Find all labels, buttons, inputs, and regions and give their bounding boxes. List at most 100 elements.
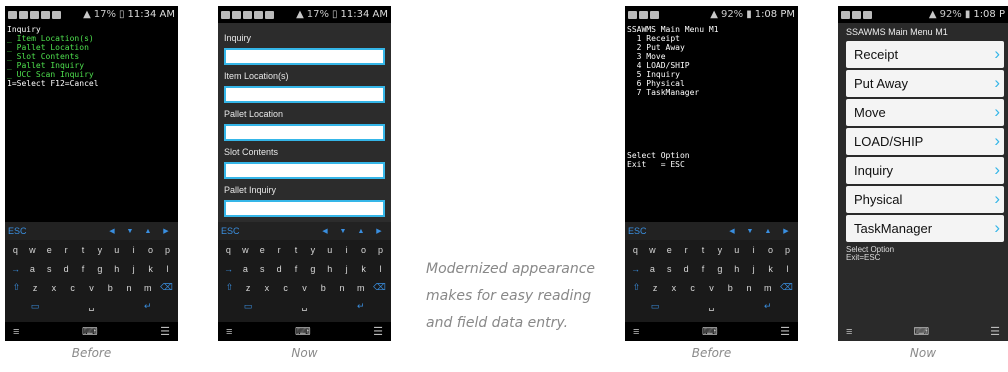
menu-item-button[interactable]: LOAD/SHIP › xyxy=(846,128,1004,155)
terminal-line[interactable]: _ Item Location(s) xyxy=(7,34,176,43)
space-key[interactable]: ␣ xyxy=(297,301,311,312)
key[interactable]: a xyxy=(25,264,39,274)
key[interactable]: d xyxy=(59,264,73,274)
key[interactable]: r xyxy=(272,245,286,255)
keyboard-icon[interactable]: ⌨ xyxy=(913,325,929,338)
key[interactable]: g xyxy=(93,264,107,274)
key[interactable]: r xyxy=(679,245,693,255)
key[interactable]: d xyxy=(272,264,286,274)
key[interactable]: z xyxy=(648,283,662,293)
arrow-down-key[interactable]: ▼ xyxy=(121,228,139,235)
key[interactable]: s xyxy=(255,264,269,274)
key[interactable]: z xyxy=(28,283,42,293)
menu-item-button[interactable]: Receipt › xyxy=(846,41,1004,68)
key[interactable]: ⇧ xyxy=(222,282,236,293)
key[interactable]: v xyxy=(84,283,98,293)
menu-icon[interactable]: ≡ xyxy=(13,326,19,338)
text-input[interactable] xyxy=(224,48,385,65)
key[interactable]: l xyxy=(160,264,174,274)
key[interactable]: m xyxy=(141,283,155,293)
space-key[interactable]: ␣ xyxy=(84,301,98,312)
key[interactable]: t xyxy=(76,245,90,255)
key[interactable]: z xyxy=(241,283,255,293)
key[interactable]: h xyxy=(323,264,337,274)
arrow-up-key[interactable]: ▲ xyxy=(352,228,370,235)
key[interactable]: o xyxy=(144,245,158,255)
enter-key[interactable]: ↵ xyxy=(141,301,155,312)
esc-key[interactable]: ESC xyxy=(8,226,27,236)
enter-key[interactable]: ↵ xyxy=(354,301,368,312)
key[interactable]: q xyxy=(221,245,235,255)
key[interactable]: → xyxy=(221,264,235,274)
key[interactable]: a xyxy=(238,264,252,274)
key[interactable]: ⌫ xyxy=(780,282,794,293)
key[interactable]: v xyxy=(704,283,718,293)
key[interactable]: n xyxy=(335,283,349,293)
key[interactable]: y xyxy=(713,245,727,255)
key[interactable]: s xyxy=(662,264,676,274)
key[interactable]: a xyxy=(645,264,659,274)
arrow-right-key[interactable]: ▶ xyxy=(370,227,388,235)
key[interactable]: k xyxy=(357,264,371,274)
arrow-left-key[interactable]: ◀ xyxy=(316,227,334,235)
key[interactable]: x xyxy=(47,283,61,293)
key[interactable]: f xyxy=(696,264,710,274)
key[interactable]: g xyxy=(713,264,727,274)
menu-icon[interactable]: ☰ xyxy=(990,325,1000,338)
key[interactable]: y xyxy=(306,245,320,255)
arrow-left-key[interactable]: ◀ xyxy=(723,227,741,235)
menu-item-button[interactable]: TaskManager › xyxy=(846,215,1004,242)
key[interactable]: q xyxy=(628,245,642,255)
key[interactable]: h xyxy=(730,264,744,274)
menu-icon[interactable]: ≡ xyxy=(846,326,852,338)
key[interactable]: e xyxy=(42,245,56,255)
key[interactable]: → xyxy=(628,264,642,274)
key[interactable]: t xyxy=(696,245,710,255)
keyboard-switch-icon[interactable]: ▭ xyxy=(28,301,42,312)
key[interactable]: p xyxy=(780,245,794,255)
key[interactable]: e xyxy=(255,245,269,255)
menu-icon[interactable]: ☰ xyxy=(160,325,170,338)
key[interactable]: ⇧ xyxy=(629,282,643,293)
keyboard-switch-icon[interactable]: ▭ xyxy=(241,301,255,312)
arrow-down-key[interactable]: ▼ xyxy=(741,228,759,235)
terminal-line[interactable]: _ UCC Scan Inquiry xyxy=(7,70,176,79)
key[interactable]: b xyxy=(316,283,330,293)
menu-icon[interactable]: ☰ xyxy=(373,325,383,338)
key[interactable]: u xyxy=(323,245,337,255)
key[interactable]: i xyxy=(127,245,141,255)
enter-key[interactable]: ↵ xyxy=(761,301,775,312)
key[interactable]: f xyxy=(76,264,90,274)
arrow-right-key[interactable]: ▶ xyxy=(157,227,175,235)
arrow-down-key[interactable]: ▼ xyxy=(334,228,352,235)
keyboard-icon[interactable]: ⌨ xyxy=(82,325,98,338)
esc-key[interactable]: ESC xyxy=(628,226,647,236)
key[interactable]: y xyxy=(93,245,107,255)
terminal-line[interactable]: _ Pallet Location xyxy=(7,43,176,52)
terminal-line[interactable]: _ Pallet Inquiry xyxy=(7,61,176,70)
menu-item-button[interactable]: Physical › xyxy=(846,186,1004,213)
keyboard-icon[interactable]: ⌨ xyxy=(295,325,311,338)
key[interactable]: c xyxy=(279,283,293,293)
key[interactable]: h xyxy=(110,264,124,274)
menu-item-button[interactable]: Move › xyxy=(846,99,1004,126)
key[interactable]: ⇧ xyxy=(9,282,23,293)
menu-icon[interactable]: ☰ xyxy=(780,325,790,338)
key[interactable]: d xyxy=(679,264,693,274)
key[interactable]: m xyxy=(354,283,368,293)
key[interactable]: x xyxy=(667,283,681,293)
key[interactable]: k xyxy=(764,264,778,274)
key[interactable]: m xyxy=(761,283,775,293)
key[interactable]: o xyxy=(764,245,778,255)
arrow-right-key[interactable]: ▶ xyxy=(777,227,795,235)
arrow-up-key[interactable]: ▲ xyxy=(759,228,777,235)
key[interactable]: q xyxy=(8,245,22,255)
text-input[interactable] xyxy=(224,124,385,141)
key[interactable]: b xyxy=(723,283,737,293)
menu-icon[interactable]: ≡ xyxy=(633,326,639,338)
terminal-screen[interactable]: Inquiry _ Item Location(s) _ Pallet Locati… xyxy=(5,23,178,90)
key[interactable]: ⌫ xyxy=(160,282,174,293)
key[interactable]: b xyxy=(103,283,117,293)
key[interactable]: j xyxy=(340,264,354,274)
menu-item-button[interactable]: Inquiry › xyxy=(846,157,1004,184)
